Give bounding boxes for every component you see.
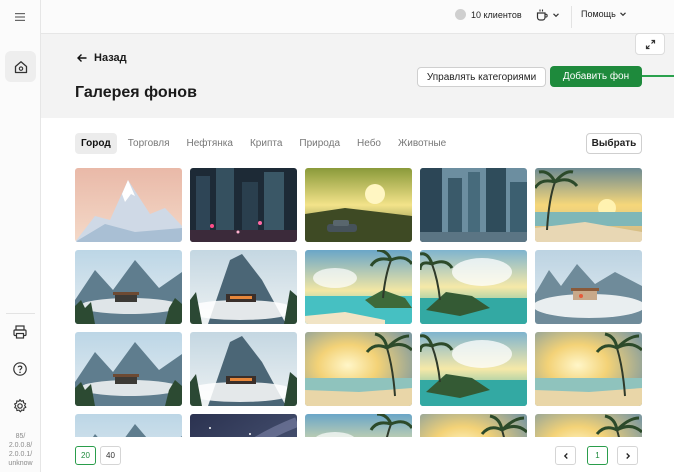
background-thumbnail[interactable] bbox=[535, 332, 642, 406]
current-page[interactable]: 1 bbox=[587, 446, 608, 465]
clients-selector[interactable]: 10 клиентов bbox=[455, 9, 522, 20]
thumbnail-image bbox=[305, 414, 412, 437]
thumbnail-image bbox=[305, 168, 412, 242]
chevron-down-icon bbox=[619, 12, 626, 17]
tab-city[interactable]: Город bbox=[75, 133, 117, 154]
pagination-bar bbox=[41, 437, 674, 472]
background-grid bbox=[75, 168, 642, 437]
page-size-20[interactable]: 20 bbox=[75, 446, 96, 465]
topbar-divider bbox=[571, 6, 572, 28]
background-thumbnail[interactable] bbox=[535, 250, 642, 324]
background-thumbnail[interactable] bbox=[190, 332, 297, 406]
chevron-left-icon bbox=[563, 452, 568, 459]
sidebar-divider bbox=[6, 313, 35, 314]
thumbnail-image bbox=[190, 168, 297, 242]
background-thumbnail[interactable] bbox=[305, 332, 412, 406]
thumbnail-image bbox=[305, 332, 412, 406]
prev-page-button[interactable] bbox=[555, 446, 576, 465]
expand-icon bbox=[645, 39, 655, 49]
background-thumbnail[interactable] bbox=[305, 168, 412, 242]
tab-sky[interactable]: Небо bbox=[351, 133, 387, 154]
thumbnail-image bbox=[305, 250, 412, 324]
background-thumbnail[interactable] bbox=[190, 250, 297, 324]
printer-icon[interactable] bbox=[12, 324, 28, 340]
back-link[interactable]: Назад bbox=[76, 52, 127, 64]
background-thumbnail[interactable] bbox=[420, 250, 527, 324]
home-settings-icon bbox=[14, 60, 27, 73]
thumbnail-image bbox=[190, 332, 297, 406]
chevron-down-icon bbox=[553, 13, 559, 18]
help-menu[interactable]: Помощь bbox=[581, 9, 627, 19]
version-line: 85/ bbox=[15, 433, 26, 440]
background-thumbnail[interactable] bbox=[535, 168, 642, 242]
background-thumbnail[interactable] bbox=[420, 168, 527, 242]
thumbnail-image bbox=[190, 250, 297, 324]
coffee-cup-icon bbox=[536, 9, 548, 21]
background-thumbnail[interactable] bbox=[190, 168, 297, 242]
help-label: Помощь bbox=[581, 9, 616, 19]
gear-icon[interactable] bbox=[12, 398, 28, 414]
background-thumbnail[interactable] bbox=[75, 332, 182, 406]
client-avatar bbox=[455, 9, 466, 20]
background-thumbnail[interactable] bbox=[535, 414, 642, 437]
page-title: Галерея фонов bbox=[75, 84, 197, 101]
chevron-right-icon bbox=[625, 452, 630, 459]
thumbnail-image bbox=[75, 332, 182, 406]
clients-label: 10 клиентов bbox=[471, 9, 522, 20]
background-thumbnail[interactable] bbox=[75, 414, 182, 437]
back-label: Назад bbox=[94, 52, 127, 64]
thumbnail-image bbox=[420, 168, 527, 242]
thumbnail-image bbox=[535, 168, 642, 242]
help-icon[interactable] bbox=[12, 361, 28, 377]
sidebar-item-home[interactable] bbox=[5, 51, 36, 82]
next-page-button[interactable] bbox=[617, 446, 638, 465]
expand-button[interactable] bbox=[635, 33, 665, 55]
add-background-button[interactable]: Добавить фон bbox=[550, 66, 642, 87]
coffee-menu[interactable] bbox=[535, 8, 560, 22]
background-thumbnail[interactable] bbox=[75, 168, 182, 242]
tab-nature[interactable]: Природа bbox=[293, 133, 346, 154]
thumbnail-image bbox=[535, 414, 642, 437]
background-thumbnail[interactable] bbox=[420, 414, 527, 437]
top-bar: 10 клиентов Помощь bbox=[41, 0, 674, 34]
tab-oil[interactable]: Нефтянка bbox=[181, 133, 239, 154]
tab-crypto[interactable]: Крипта bbox=[244, 133, 288, 154]
background-thumbnail[interactable] bbox=[305, 250, 412, 324]
manage-categories-button[interactable]: Управлять категориями bbox=[417, 67, 546, 87]
thumbnail-image bbox=[535, 332, 642, 406]
background-thumbnail[interactable] bbox=[420, 332, 527, 406]
thumbnail-image bbox=[535, 250, 642, 324]
sidebar: 85/ 2.0.0.8/ 2.0.0.1/ unknow bbox=[0, 0, 41, 472]
thumbnail-image bbox=[75, 168, 182, 242]
thumbnail-image bbox=[420, 414, 527, 437]
tab-animals[interactable]: Животные bbox=[392, 133, 452, 154]
arrow-left-icon bbox=[77, 54, 87, 62]
thumbnail-image bbox=[75, 250, 182, 324]
select-button[interactable]: Выбрать bbox=[586, 133, 642, 154]
version-line: unknow bbox=[8, 460, 33, 467]
thumbnail-image bbox=[420, 332, 527, 406]
tab-trade[interactable]: Торговля bbox=[122, 133, 176, 154]
background-thumbnail[interactable] bbox=[305, 414, 412, 437]
background-thumbnail[interactable] bbox=[190, 414, 297, 437]
version-line: 2.0.0.1/ bbox=[8, 451, 33, 458]
version-line: 2.0.0.8/ bbox=[8, 442, 33, 449]
hamburger-menu-icon[interactable] bbox=[13, 10, 27, 24]
accent-line bbox=[642, 75, 674, 77]
version-info: 85/ 2.0.0.8/ 2.0.0.1/ unknow bbox=[0, 432, 41, 468]
category-tabs: Город Торговля Нефтянка Крипта Природа Н… bbox=[75, 133, 457, 154]
background-thumbnail[interactable] bbox=[75, 250, 182, 324]
thumbnail-image bbox=[75, 414, 182, 437]
thumbnail-image bbox=[420, 250, 527, 324]
page-size-40[interactable]: 40 bbox=[100, 446, 121, 465]
thumbnail-image bbox=[190, 414, 297, 437]
